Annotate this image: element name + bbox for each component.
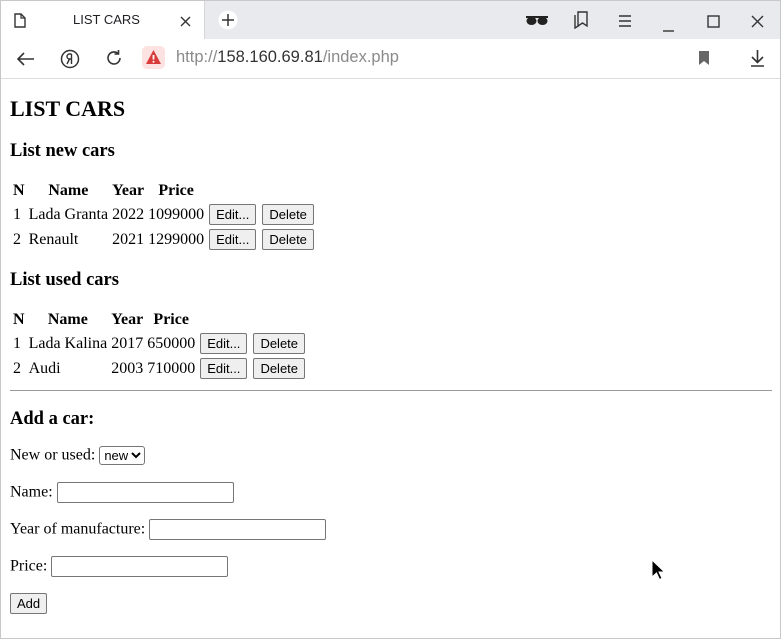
new-tab-icon[interactable] (218, 10, 238, 34)
download-icon[interactable] (750, 49, 765, 71)
price-label: Price: (10, 557, 48, 575)
bookmarks-icon[interactable] (573, 11, 589, 33)
name-row: Name: (10, 482, 234, 503)
price-input[interactable] (51, 556, 229, 577)
new-cars-heading: List new cars (10, 141, 115, 161)
car-year: 2021 (112, 230, 145, 248)
menu-icon[interactable] (618, 13, 632, 32)
browser-titlebar: LIST CARS (1, 1, 780, 39)
edit-button[interactable]: Edit... (200, 358, 248, 379)
column-header-price: Price (153, 311, 189, 328)
delete-button[interactable]: Delete (253, 358, 306, 379)
minimize-icon[interactable] (662, 19, 675, 38)
table-header-row: N Name Year Price (12, 181, 316, 201)
row-number: 2 (13, 230, 21, 248)
delete-button[interactable]: Delete (253, 333, 306, 354)
close-icon[interactable] (179, 13, 192, 32)
year-row: Year of manufacture: (10, 519, 327, 540)
used-cars-heading: List used cars (10, 270, 119, 290)
car-name: Lada Kalina (28, 334, 108, 352)
car-price: 1099000 (148, 205, 205, 223)
reload-icon[interactable] (105, 49, 123, 71)
edit-button[interactable]: Edit... (209, 204, 257, 225)
row-number: 2 (13, 359, 21, 377)
row-number: 1 (13, 205, 21, 223)
table-row: 2 Audi 2003 710000 Edit... Delete (12, 357, 307, 380)
car-name: Audi (28, 359, 61, 377)
url-path: /index.php (322, 48, 399, 66)
year-input[interactable] (149, 519, 327, 540)
yandex-icon[interactable] (60, 49, 80, 73)
delete-button[interactable]: Delete (262, 229, 314, 250)
car-year: 2017 (111, 334, 144, 352)
back-icon[interactable] (16, 51, 35, 70)
url-protocol: http:// (176, 48, 218, 66)
column-header-n: N (13, 311, 25, 328)
car-price: 1299000 (148, 230, 205, 248)
page-title: LIST CARS (10, 96, 126, 121)
tab-title: LIST CARS (73, 12, 140, 27)
table-row: 1 Lada Kalina 2017 650000 Edit... Delete (12, 332, 307, 355)
name-input[interactable] (56, 482, 234, 503)
url-host: 158.160.69.81 (217, 48, 323, 66)
table-header-row: N Name Year Price (12, 310, 307, 330)
car-name: Lada Granta (28, 205, 109, 223)
security-warning-badge[interactable] (142, 46, 165, 69)
add-button[interactable]: Add (10, 593, 48, 614)
delete-button[interactable]: Delete (262, 204, 314, 225)
row-number: 1 (13, 334, 21, 352)
car-year: 2022 (112, 205, 145, 223)
mouse-cursor-icon (651, 558, 666, 585)
table-row: 1 Lada Granta 2022 1099000 Edit... Delet… (12, 203, 316, 226)
new-cars-table: N Name Year Price 1 Lada Granta 2022 109… (10, 179, 318, 253)
url-field[interactable]: http://158.160.69.81/index.php (176, 48, 399, 67)
car-name: Renault (28, 230, 79, 248)
close-window-icon[interactable] (751, 13, 764, 32)
add-row: Add (10, 593, 48, 614)
edit-button[interactable]: Edit... (200, 333, 248, 354)
bookmark-icon[interactable] (698, 50, 710, 70)
column-header-name: Name (47, 311, 88, 328)
browser-tab[interactable]: LIST CARS (1, 1, 205, 39)
car-year: 2003 (111, 359, 144, 377)
column-header-year: Year (111, 311, 144, 328)
address-bar: http://158.160.69.81/index.php (1, 39, 780, 79)
year-label: Year of manufacture: (10, 520, 146, 538)
column-header-year: Year (112, 182, 145, 199)
used-cars-table: N Name Year Price 1 Lada Kalina 2017 650… (10, 308, 309, 382)
car-type-select[interactable]: new (99, 446, 146, 465)
type-label: New or used: (10, 446, 96, 464)
column-header-n: N (13, 182, 25, 199)
add-car-heading: Add a car: (10, 409, 95, 429)
car-price: 650000 (147, 334, 196, 352)
reading-glasses-icon[interactable] (525, 13, 549, 32)
name-label: Name: (10, 483, 53, 501)
table-row: 2 Renault 2021 1299000 Edit... Delete (12, 228, 316, 251)
column-header-name: Name (48, 182, 89, 199)
section-divider (10, 390, 772, 391)
document-icon (14, 13, 26, 32)
warning-icon (146, 50, 161, 64)
edit-button[interactable]: Edit... (209, 229, 257, 250)
car-price: 710000 (147, 359, 196, 377)
type-row: New or used: new (10, 446, 146, 465)
column-header-price: Price (158, 182, 194, 199)
price-row: Price: (10, 556, 229, 577)
maximize-icon[interactable] (707, 13, 720, 32)
